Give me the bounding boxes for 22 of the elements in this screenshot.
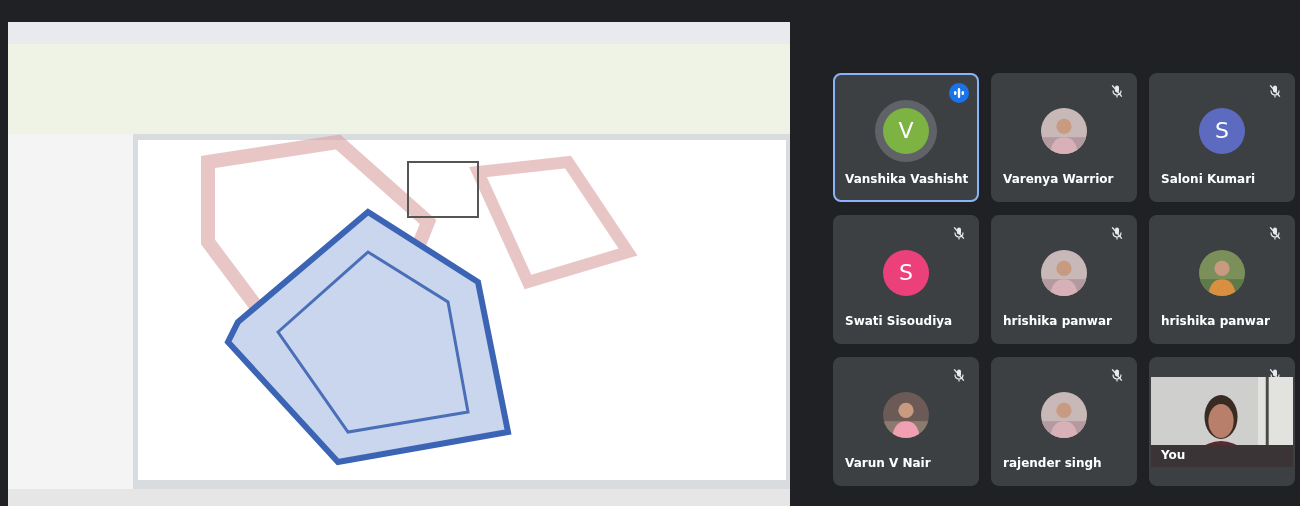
participant-tile[interactable]: Varenya Warrior xyxy=(991,73,1137,202)
participant-name: rajender singh xyxy=(1003,456,1102,470)
participant-name: Vanshika Vashisht xyxy=(845,172,969,186)
speaking-indicator-icon xyxy=(949,83,969,103)
participant-tile[interactable]: V Vanshika Vashisht xyxy=(833,73,979,202)
participant-name: hrishika panwar xyxy=(1003,314,1112,328)
avatar: S xyxy=(1199,107,1245,154)
participant-name: Saloni Kumari xyxy=(1161,172,1256,186)
participant-name: hrishika panwar xyxy=(1161,314,1270,328)
avatar: S xyxy=(883,249,929,296)
participant-tile[interactable]: rajender singh xyxy=(991,357,1137,486)
avatar: V xyxy=(883,107,929,154)
participant-tile[interactable]: hrishika panwar xyxy=(991,215,1137,344)
participant-tile[interactable]: Varun V Nair xyxy=(833,357,979,486)
participant-tile[interactable]: hrishika panwar xyxy=(1149,215,1295,344)
participant-name: Varenya Warrior xyxy=(1003,172,1114,186)
participant-name: Varun V Nair xyxy=(845,456,931,470)
participant-name: You xyxy=(1161,448,1186,462)
participant-tile[interactable]: You xyxy=(1149,357,1295,486)
participant-name: Swati Sisoudiya xyxy=(845,314,953,328)
participant-tile[interactable]: S Saloni Kumari xyxy=(1149,73,1295,202)
participant-tile[interactable]: S Swati Sisoudiya xyxy=(833,215,979,344)
